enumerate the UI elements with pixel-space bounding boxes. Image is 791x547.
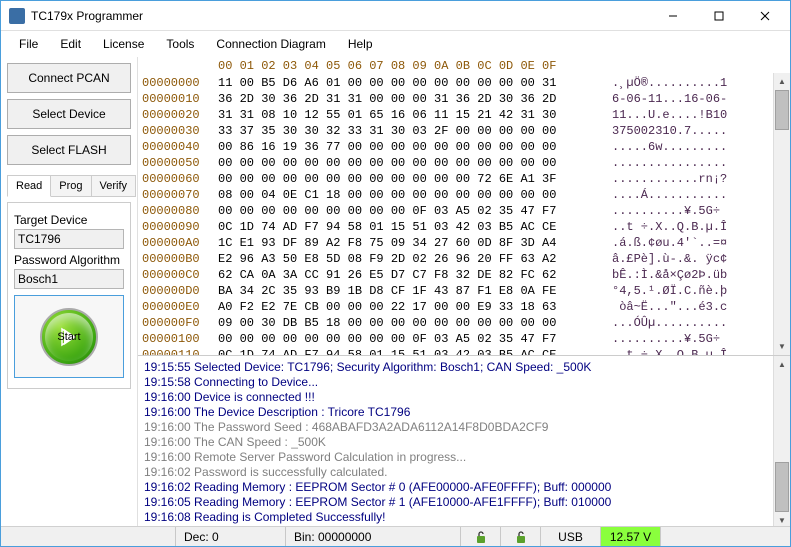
hex-row: 0000001036 2D 30 36 2D 31 31 00 00 00 31…: [142, 91, 769, 107]
status-cell: [1, 527, 176, 546]
status-lock1: [461, 527, 501, 546]
unlock-icon: [474, 530, 488, 544]
app-icon: [9, 8, 25, 24]
hex-header: 00 01 02 03 04 05 06 07 08 09 0A 0B 0C 0…: [138, 57, 790, 73]
hex-row: 0000004000 86 16 19 36 77 00 00 00 00 00…: [142, 139, 769, 155]
hex-row: 000000C062 CA 0A 3A CC 91 26 E5 D7 C7 F8…: [142, 267, 769, 283]
status-bin: Bin: 00000000: [286, 527, 461, 546]
log-line: 19:16:02 Reading Memory : EEPROM Sector …: [144, 480, 767, 495]
maximize-button[interactable]: [696, 2, 742, 30]
tab-content: Target Device Password Algorithm Start: [7, 202, 131, 389]
target-device-field[interactable]: [14, 229, 124, 249]
status-voltage: 12.57 V: [601, 527, 661, 546]
log-line: 19:16:02 Password is successfully calcul…: [144, 465, 767, 480]
log-line: 19:16:00 Device is connected !!!: [144, 390, 767, 405]
start-box: Start: [14, 295, 124, 378]
titlebar: TC179x Programmer: [1, 1, 790, 31]
hex-row: 0000010000 00 00 00 00 00 00 00 00 0F 03…: [142, 331, 769, 347]
status-lock2: [501, 527, 541, 546]
hex-viewer[interactable]: 0000000011 00 B5 D6 A6 01 00 00 00 00 00…: [138, 73, 773, 355]
password-algorithm-field[interactable]: [14, 269, 124, 289]
menu-tools[interactable]: Tools: [156, 33, 204, 55]
hex-row: 0000007008 00 04 0E C1 18 00 00 00 00 00…: [142, 187, 769, 203]
left-panel: Connect PCAN Select Device Select FLASH …: [1, 57, 138, 526]
log-line: 19:16:00 Remote Server Password Calculat…: [144, 450, 767, 465]
status-bar: Dec: 0 Bin: 00000000 USB 12.57 V: [1, 526, 790, 546]
tab-read[interactable]: Read: [7, 175, 51, 197]
hex-row: 000000D0BA 34 2C 35 93 B9 1B D8 CF 1F 43…: [142, 283, 769, 299]
hex-row: 0000008000 00 00 00 00 00 00 00 00 0F 03…: [142, 203, 769, 219]
scroll-thumb[interactable]: [775, 90, 789, 130]
hex-scrollbar[interactable]: ▲ ▼: [773, 73, 790, 355]
scroll-up-icon[interactable]: ▲: [774, 73, 790, 90]
hex-row: 0000003033 37 35 30 30 32 33 31 30 03 2F…: [142, 123, 769, 139]
log-line: 19:16:00 The Device Description : Tricor…: [144, 405, 767, 420]
scroll-thumb[interactable]: [775, 462, 789, 512]
target-device-label: Target Device: [14, 213, 124, 227]
select-flash-button[interactable]: Select FLASH: [7, 135, 131, 165]
hex-row: 000000E0A0 F2 E2 7E CB 00 00 00 22 17 00…: [142, 299, 769, 315]
password-algorithm-label: Password Algorithm: [14, 253, 124, 267]
status-usb: USB: [541, 527, 601, 546]
close-button[interactable]: [742, 2, 788, 30]
window-title: TC179x Programmer: [31, 9, 650, 23]
tab-prog[interactable]: Prog: [50, 175, 91, 197]
hex-row: 000000900C 1D 74 AD F7 94 58 01 15 51 03…: [142, 219, 769, 235]
minimize-button[interactable]: [650, 2, 696, 30]
hex-row: 000000F009 00 30 DB B5 18 00 00 00 00 00…: [142, 315, 769, 331]
menubar: File Edit License Tools Connection Diagr…: [1, 31, 790, 57]
menu-help[interactable]: Help: [338, 33, 383, 55]
log-line: 19:16:00 The CAN Speed : _500K: [144, 435, 767, 450]
hex-row: 0000005000 00 00 00 00 00 00 00 00 00 00…: [142, 155, 769, 171]
select-device-button[interactable]: Select Device: [7, 99, 131, 129]
log-scrollbar[interactable]: ▲ ▼: [773, 356, 790, 529]
log-line: 19:16:05 Reading Memory : EEPROM Sector …: [144, 495, 767, 510]
tab-verify[interactable]: Verify: [91, 175, 137, 197]
hex-row: 0000000011 00 B5 D6 A6 01 00 00 00 00 00…: [142, 75, 769, 91]
log-panel[interactable]: 19:15:55 Selected Device: TC1796; Securi…: [138, 356, 773, 529]
start-button[interactable]: Start: [40, 308, 98, 366]
scroll-up-icon[interactable]: ▲: [774, 356, 790, 373]
hex-row: 000001100C 1D 74 AD F7 94 58 01 15 51 03…: [142, 347, 769, 355]
status-dec: Dec: 0: [176, 527, 286, 546]
log-line: 19:16:00 The Password Seed : 468ABAFD3A2…: [144, 420, 767, 435]
menu-connection-diagram[interactable]: Connection Diagram: [206, 33, 335, 55]
hex-row: 000000A01C E1 93 DF 89 A2 F8 75 09 34 27…: [142, 235, 769, 251]
start-label: Start: [57, 331, 80, 343]
status-spacer: [661, 527, 790, 546]
hex-row: 0000002031 31 08 10 12 55 01 65 16 06 11…: [142, 107, 769, 123]
menu-file[interactable]: File: [9, 33, 48, 55]
hex-row: 0000006000 00 00 00 00 00 00 00 00 00 00…: [142, 171, 769, 187]
connect-pcan-button[interactable]: Connect PCAN: [7, 63, 131, 93]
log-line: 19:16:08 Reading is Completed Successful…: [144, 510, 767, 525]
operation-tabs: Read Prog Verify: [7, 175, 131, 197]
menu-edit[interactable]: Edit: [50, 33, 91, 55]
hex-row: 000000B0E2 96 A3 50 E8 5D 08 F9 2D 02 26…: [142, 251, 769, 267]
log-line: 19:15:58 Connecting to Device...: [144, 375, 767, 390]
log-line: 19:15:55 Selected Device: TC1796; Securi…: [144, 360, 767, 375]
unlock-icon: [514, 530, 528, 544]
scroll-down-icon[interactable]: ▼: [774, 338, 790, 355]
menu-license[interactable]: License: [93, 33, 154, 55]
